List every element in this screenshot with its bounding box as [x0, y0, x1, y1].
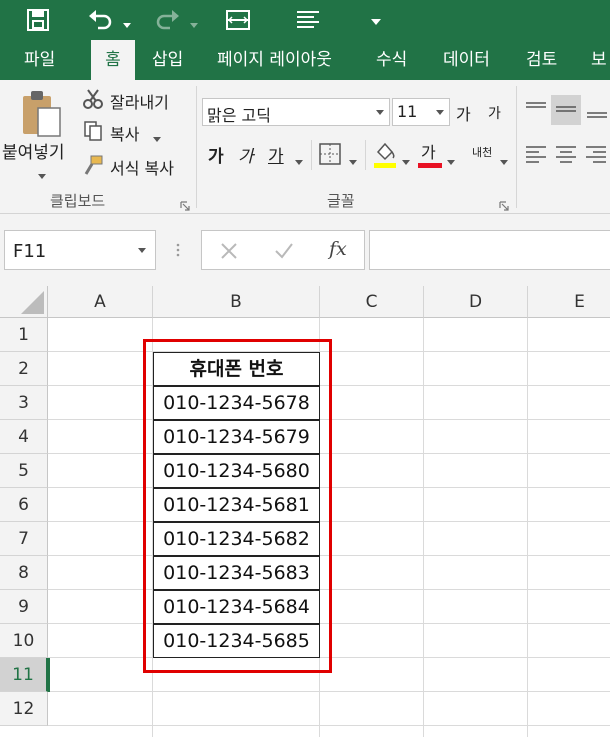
row-header-11[interactable]: 11	[0, 658, 48, 692]
column-header-d[interactable]: D	[424, 286, 528, 318]
spreadsheet-grid[interactable]: A B C D E 1 2 3 4 5 6 7 8 9 10 11 12 휴대폰…	[0, 286, 610, 737]
undo-dropdown-icon[interactable]	[122, 15, 132, 28]
font-separator	[311, 140, 312, 170]
tab-formulas[interactable]: 수식	[376, 40, 407, 80]
save-icon[interactable]	[24, 6, 52, 34]
clipboard-launcher-icon[interactable]	[180, 196, 190, 211]
grow-font-button[interactable]: 가	[456, 101, 471, 125]
enter-icon[interactable]	[274, 242, 294, 260]
font-color-button[interactable]: 가	[421, 139, 436, 163]
clipboard-group-label: 클립보드	[50, 192, 106, 210]
font-color-swatch	[418, 163, 442, 168]
column-header-b[interactable]: B	[153, 286, 320, 318]
undo-icon[interactable]	[86, 6, 116, 34]
column-header-c[interactable]: C	[320, 286, 424, 318]
shrink-font-button[interactable]: 가	[488, 103, 501, 123]
copy-icon[interactable]	[82, 120, 104, 142]
tab-data[interactable]: 데이터	[443, 40, 490, 80]
phonetic-guide-button[interactable]: 내천	[472, 144, 492, 160]
font-separator-2	[365, 140, 366, 170]
ribbon: 붙여넣기 잘라내기 복사 서식 복사 클립보드 맑은 고딕 11 가 가 가 가…	[0, 80, 610, 214]
select-all-corner[interactable]	[0, 286, 48, 318]
tab-page-layout[interactable]: 페이지 레이아웃	[217, 40, 332, 80]
name-box-dropdown-icon[interactable]	[137, 247, 147, 255]
redo-icon[interactable]	[152, 6, 182, 34]
ribbon-separator-2	[516, 86, 517, 208]
borders-dropdown-icon[interactable]	[348, 152, 358, 165]
row-header-1[interactable]: 1	[0, 318, 48, 352]
font-size-value: 11	[397, 102, 418, 121]
font-name-value: 맑은 고딕	[207, 106, 271, 125]
row-header-5[interactable]: 5	[0, 454, 48, 488]
formula-bar: F11 fx	[0, 214, 610, 286]
font-color-dropdown-icon[interactable]	[446, 152, 456, 165]
row-header-3[interactable]: 3	[0, 386, 48, 420]
row-header-9[interactable]: 9	[0, 590, 48, 624]
formula-bar-grip-icon	[176, 242, 180, 258]
borders-icon[interactable]	[224, 6, 252, 34]
customize-icon[interactable]	[370, 13, 382, 25]
align-right-icon[interactable]	[584, 143, 608, 167]
gridline	[48, 725, 610, 726]
fill-color-dropdown-icon[interactable]	[401, 152, 411, 165]
font-name-dropdown-icon[interactable]	[375, 109, 385, 117]
column-header-e[interactable]: E	[528, 286, 610, 318]
ribbon-separator	[196, 86, 197, 208]
format-painter-icon[interactable]	[82, 154, 104, 176]
paste-icon[interactable]	[18, 88, 64, 140]
row-header-4[interactable]: 4	[0, 420, 48, 454]
gridline	[48, 691, 610, 692]
align-left-icon[interactable]	[524, 143, 548, 167]
underline-dropdown-icon[interactable]	[294, 152, 304, 165]
font-name-box[interactable]: 맑은 고딕	[202, 98, 390, 126]
cancel-icon[interactable]	[220, 242, 238, 260]
font-group-label: 글꼴	[327, 192, 355, 210]
row-header-8[interactable]: 8	[0, 556, 48, 590]
quick-access-toolbar	[0, 0, 610, 40]
tab-home[interactable]: 홈	[91, 40, 135, 80]
column-header-a[interactable]: A	[48, 286, 153, 318]
formula-buttons: fx	[201, 230, 365, 270]
format-painter-button[interactable]: 서식 복사	[110, 155, 174, 179]
formula-input[interactable]	[369, 230, 610, 270]
font-size-box[interactable]: 11	[392, 98, 450, 126]
align-middle-icon[interactable]	[551, 95, 581, 125]
row-header-7[interactable]: 7	[0, 522, 48, 556]
phonetic-dropdown-icon[interactable]	[499, 152, 509, 165]
font-launcher-icon[interactable]	[499, 196, 509, 211]
tab-view[interactable]: 보	[591, 40, 607, 80]
bold-button[interactable]: 가	[208, 142, 224, 167]
gridline	[423, 318, 424, 737]
borders-icon[interactable]	[318, 142, 342, 166]
copy-dropdown-icon[interactable]	[152, 129, 162, 142]
fill-color-icon[interactable]	[372, 140, 398, 170]
copy-button[interactable]: 복사	[110, 121, 139, 145]
highlight-box	[143, 339, 332, 673]
gridline	[527, 318, 528, 737]
tab-insert[interactable]: 삽입	[152, 40, 183, 80]
paste-dropdown-icon[interactable]	[37, 166, 47, 179]
underline-button[interactable]: 가	[268, 142, 284, 167]
align-center-icon[interactable]	[554, 143, 578, 167]
row-header-10[interactable]: 10	[0, 624, 48, 658]
row-header-2[interactable]: 2	[0, 352, 48, 386]
tab-review[interactable]: 검토	[526, 40, 557, 80]
align-icon[interactable]	[294, 6, 322, 34]
selected-cell-indicator	[48, 658, 50, 692]
cut-icon[interactable]	[82, 88, 104, 110]
align-top-icon[interactable]	[524, 98, 548, 122]
insert-function-button[interactable]: fx	[329, 238, 347, 260]
name-box[interactable]: F11	[4, 230, 156, 270]
tab-file[interactable]: 파일	[24, 40, 55, 80]
redo-dropdown-icon[interactable]	[189, 15, 199, 28]
align-bottom-icon[interactable]	[585, 98, 609, 122]
paste-button[interactable]: 붙여넣기	[2, 138, 65, 163]
italic-button[interactable]: 가	[238, 142, 254, 167]
name-box-value: F11	[13, 241, 47, 262]
font-size-dropdown-icon[interactable]	[435, 109, 445, 117]
ribbon-tabs: 파일 홈 삽입 페이지 레이아웃 수식 데이터 검토 보	[0, 40, 610, 80]
cut-button[interactable]: 잘라내기	[110, 89, 169, 113]
row-header-12[interactable]: 12	[0, 692, 48, 726]
row-header-6[interactable]: 6	[0, 488, 48, 522]
